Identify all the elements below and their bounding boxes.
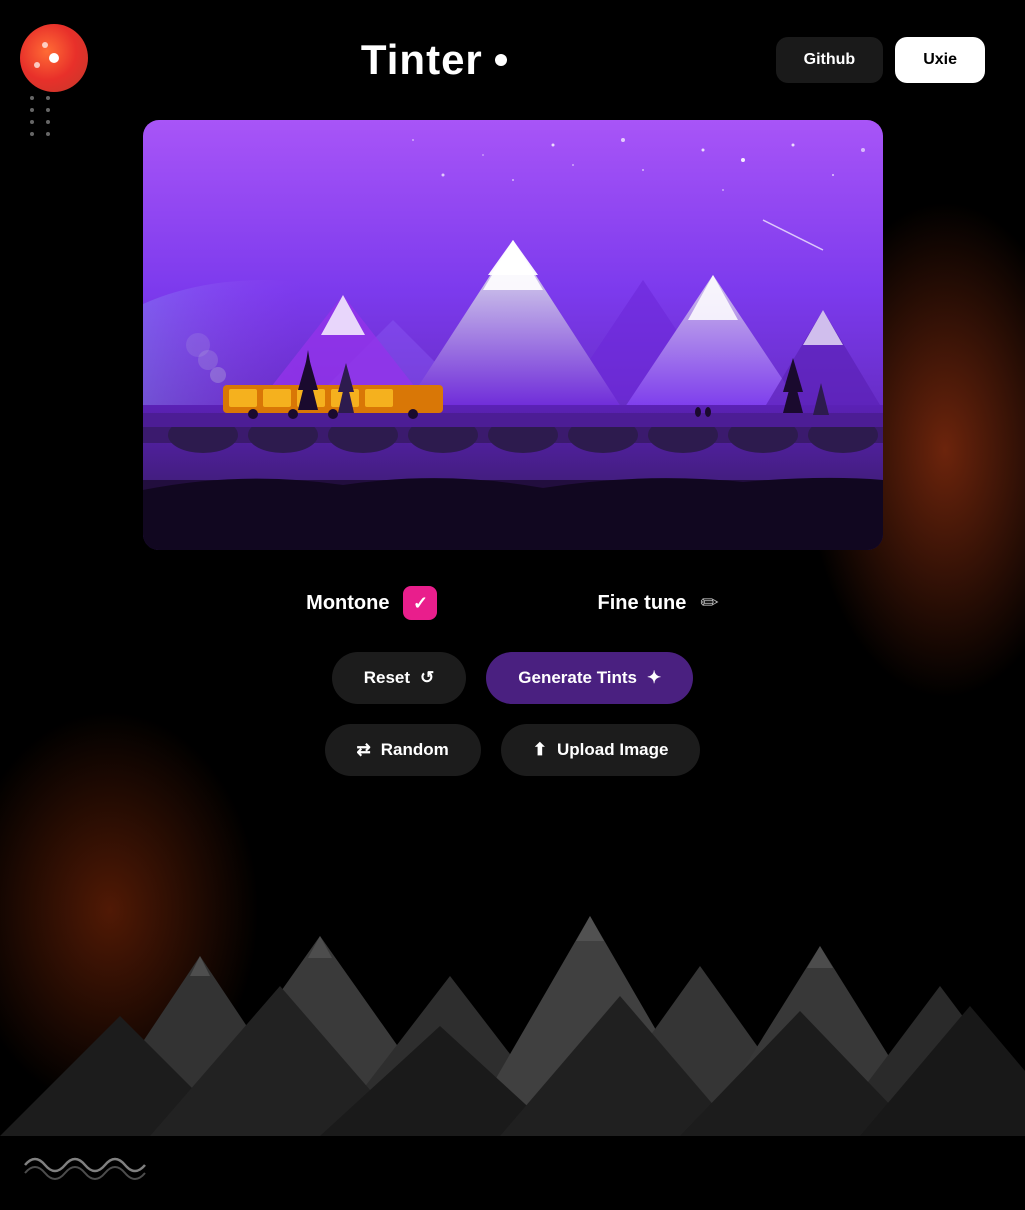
fine-tune-control: Fine tune ✏	[597, 590, 718, 616]
upload-icon: ⬆	[533, 740, 547, 760]
header: Tinter Github Uxie	[0, 0, 1025, 120]
random-button[interactable]: ⇄ Random	[325, 724, 481, 776]
github-button[interactable]: Github	[776, 37, 884, 83]
logo-circle	[20, 24, 88, 92]
uxie-button[interactable]: Uxie	[895, 37, 985, 83]
image-canvas	[143, 120, 883, 550]
random-label: Random	[381, 740, 449, 760]
mountain-section	[0, 856, 1025, 1141]
reset-button[interactable]: Reset ↺	[332, 652, 467, 704]
grid-dot	[30, 96, 34, 100]
monotone-checkbox[interactable]: ✓	[403, 586, 437, 620]
app-title: Tinter	[92, 36, 776, 84]
grid-dot	[46, 96, 50, 100]
upload-label: Upload Image	[557, 740, 668, 760]
logo-dot-2	[34, 62, 40, 68]
wave-decoration	[20, 1145, 150, 1190]
generate-button[interactable]: Generate Tints ✦	[486, 652, 693, 704]
checkmark-icon: ✓	[413, 593, 428, 614]
upload-button[interactable]: ⬆ Upload Image	[501, 724, 701, 776]
reset-icon: ↺	[420, 668, 434, 688]
fine-tune-label: Fine tune	[597, 592, 686, 615]
controls-row: Montone ✓ Fine tune ✏	[143, 586, 883, 620]
title-text: Tinter	[361, 36, 483, 84]
main-content: Montone ✓ Fine tune ✏ Reset ↺ Generate T…	[0, 120, 1025, 796]
reset-label: Reset	[364, 668, 410, 688]
grid-dot	[30, 108, 34, 112]
generate-label: Generate Tints	[518, 668, 637, 688]
monotone-control: Montone ✓	[306, 586, 437, 620]
monotone-label: Montone	[306, 592, 389, 615]
random-icon: ⇄	[357, 740, 371, 760]
generate-icon: ✦	[647, 668, 661, 688]
primary-buttons-row: Reset ↺ Generate Tints ✦	[332, 652, 694, 704]
title-dot	[495, 54, 507, 66]
logo-dot-1	[42, 42, 48, 48]
grid-dot	[46, 108, 50, 112]
logo	[20, 24, 92, 96]
pencil-icon[interactable]: ✏	[700, 590, 718, 616]
secondary-buttons-row: ⇄ Random ⬆ Upload Image	[325, 724, 701, 776]
logo-center-dot	[49, 53, 59, 63]
